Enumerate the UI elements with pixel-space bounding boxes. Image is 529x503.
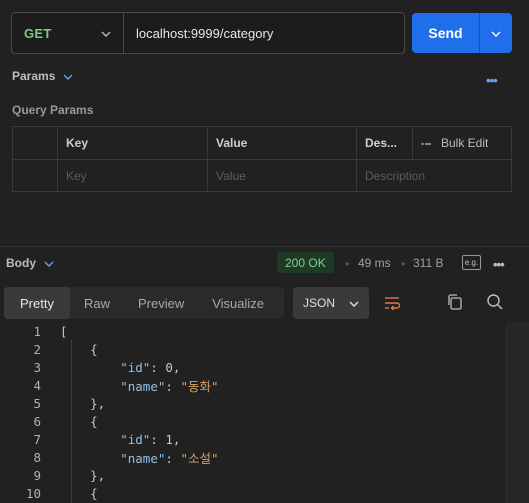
more-options-icon[interactable]: ••• xyxy=(486,73,498,88)
code-line: 9 }, xyxy=(0,466,505,484)
line-number: 9 xyxy=(33,467,41,483)
chevron-down-icon xyxy=(44,256,54,270)
separator-dot: • xyxy=(401,257,406,271)
code-text: { xyxy=(60,341,98,357)
method-select[interactable]: GET xyxy=(12,13,124,53)
chevron-down-icon xyxy=(101,24,111,42)
method-label: GET xyxy=(24,25,52,41)
json-value: "소설" xyxy=(180,450,219,466)
line-number: 3 xyxy=(33,359,41,375)
code-line: 6 { xyxy=(0,412,505,430)
json-key: "id" xyxy=(120,431,151,447)
bulk-edit-icon xyxy=(421,136,431,150)
code-text: "name": "동화" xyxy=(120,378,219,394)
tab-preview[interactable]: Preview xyxy=(124,287,198,319)
key-input[interactable]: Key xyxy=(58,160,208,192)
code-text: }, xyxy=(60,467,106,483)
line-number: 10 xyxy=(25,485,41,501)
description-input[interactable]: Description xyxy=(357,160,513,192)
response-time[interactable]: 49 ms xyxy=(358,256,391,270)
wrap-lines-icon[interactable] xyxy=(381,292,403,314)
send-button-group: Send xyxy=(412,13,512,53)
search-icon[interactable] xyxy=(486,293,504,316)
code-text: "id": 0, xyxy=(120,359,181,375)
code-text: [ xyxy=(60,323,68,339)
query-params-heading: Query Params xyxy=(12,103,94,117)
scrollbar[interactable] xyxy=(506,322,529,503)
send-button[interactable]: Send xyxy=(412,13,480,53)
chevron-down-icon xyxy=(349,296,359,310)
url-input[interactable]: localhost:9999/category xyxy=(124,26,273,41)
code-text: "id": 1, xyxy=(120,431,181,447)
pane-divider[interactable] xyxy=(0,246,529,247)
separator-dot: • xyxy=(345,257,350,271)
line-number: 4 xyxy=(33,377,41,393)
response-view-tabs: Pretty Raw Preview Visualize xyxy=(4,287,284,319)
code-line: 8 "name": "소설" xyxy=(0,448,505,466)
query-params-table: Key Value Des... Bulk Edit Key Value Des… xyxy=(12,126,512,192)
row-checkbox-cell xyxy=(13,160,58,192)
format-label: JSON xyxy=(303,296,336,310)
checkbox-column-header xyxy=(13,127,58,159)
tab-raw[interactable]: Raw xyxy=(70,287,124,319)
tab-pretty[interactable]: Pretty xyxy=(4,287,70,319)
value-column-header: Value xyxy=(208,127,357,159)
key-column-header: Key xyxy=(58,127,208,159)
code-line: 3 "id": 0, xyxy=(0,358,505,376)
send-options-button[interactable] xyxy=(480,13,512,53)
body-label: Body xyxy=(6,256,36,270)
line-number: 2 xyxy=(33,341,41,357)
examples-icon[interactable]: e.g. xyxy=(462,255,481,270)
table-header-row: Key Value Des... Bulk Edit xyxy=(13,127,511,160)
params-label: Params xyxy=(12,69,56,83)
code-text: "name": "소설" xyxy=(120,450,219,466)
bulk-edit-label: Bulk Edit xyxy=(441,136,489,150)
code-line: 4 "name": "동화" xyxy=(0,376,505,394)
json-key: "name" xyxy=(120,378,166,394)
description-column-header: Des... xyxy=(357,127,413,159)
json-value: "동화" xyxy=(180,378,219,394)
code-line: 10 { xyxy=(0,484,505,502)
json-value: 0 xyxy=(165,359,173,375)
json-key: "id" xyxy=(120,359,151,375)
line-number: 6 xyxy=(33,413,41,429)
chevron-down-icon xyxy=(63,69,73,83)
response-size[interactable]: 311 B xyxy=(413,256,443,270)
bulk-edit-button[interactable]: Bulk Edit xyxy=(413,127,513,159)
code-line: 1[ xyxy=(0,322,505,340)
format-select[interactable]: JSON xyxy=(293,287,369,319)
table-row: Key Value Description xyxy=(13,160,511,193)
code-text: { xyxy=(60,485,98,501)
status-badge[interactable]: 200 OK xyxy=(277,252,334,273)
line-number: 7 xyxy=(33,431,41,447)
json-key: "name" xyxy=(120,450,166,466)
code-text: }, xyxy=(60,395,106,411)
tab-visualize[interactable]: Visualize xyxy=(198,287,278,319)
line-number: 8 xyxy=(33,449,41,465)
code-line: 7 "id": 1, xyxy=(0,430,505,448)
code-line: 5 }, xyxy=(0,394,505,412)
chevron-down-icon xyxy=(491,24,501,42)
more-options-icon[interactable]: ••• xyxy=(493,257,505,272)
params-toggle[interactable]: Params xyxy=(12,69,73,83)
line-number: 1 xyxy=(33,323,41,339)
line-number: 5 xyxy=(33,395,41,411)
json-value: 1 xyxy=(165,431,173,447)
value-input[interactable]: Value xyxy=(208,160,357,192)
response-body-editor[interactable]: 1[2 {3 "id": 0, 4 "name": "동화" 5 }, 6 {7 "i… xyxy=(0,322,505,502)
copy-icon[interactable] xyxy=(446,293,464,316)
code-line: 2 { xyxy=(0,340,505,358)
code-text: { xyxy=(60,413,98,429)
body-toggle[interactable]: Body xyxy=(6,256,54,270)
url-bar: GET localhost:9999/category xyxy=(11,12,405,54)
